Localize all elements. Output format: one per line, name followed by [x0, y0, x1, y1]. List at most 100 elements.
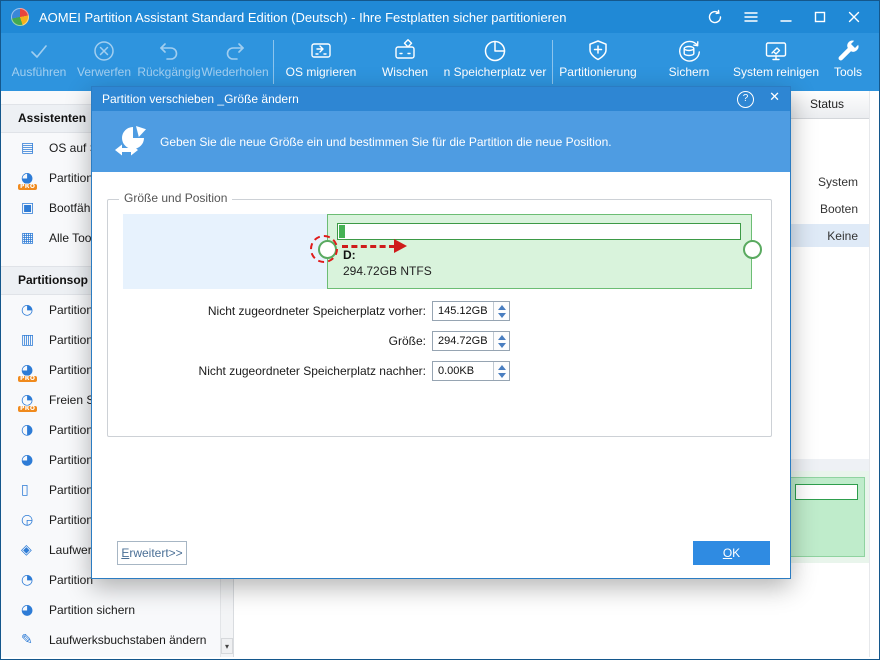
toolbar-label: Tools: [833, 65, 862, 79]
sidebar-item-label: Partition: [49, 483, 94, 497]
sidebar-item-label: Partition: [49, 171, 94, 185]
spinner-control[interactable]: [493, 332, 509, 350]
redo-button[interactable]: Wiederholen: [185, 38, 285, 79]
unallocated-space-block: [123, 214, 327, 289]
tools-button[interactable]: Tools: [813, 38, 879, 79]
sidebar-item-label: Partition: [49, 513, 94, 527]
sidebar-item-change-drive-letter[interactable]: ✎ Laufwerksbuchstaben ändern: [1, 625, 233, 655]
redo-arrow-icon: [185, 38, 285, 64]
status-cell-boot[interactable]: Booten: [820, 202, 858, 216]
grid-tools-icon: ▦: [21, 230, 35, 246]
app-window: AOMEI Partition Assistant Standard Editi…: [0, 0, 880, 660]
wrench-icon: [813, 38, 879, 64]
advanced-button[interactable]: Erweitert>>: [117, 541, 187, 565]
sidebar-item-label: Partition: [49, 363, 94, 377]
close-icon[interactable]: [847, 10, 861, 24]
sidebar-item-label: Partition: [49, 303, 94, 317]
copy-icon: ▥: [21, 332, 35, 348]
disk-map-usage-bar: [795, 484, 858, 500]
minimize-icon[interactable]: [779, 10, 793, 24]
pie-move-arrows-icon: [112, 123, 150, 164]
list-right-border: [869, 91, 870, 657]
pie-move-icon: ◔: [21, 302, 34, 318]
allocate-free-space-button[interactable]: n Speicherplatz ver: [425, 38, 565, 79]
partition-usage-bar: [337, 223, 741, 240]
toolbar-label: Partitionierung: [559, 65, 637, 79]
pie-backup-icon: ◕: [21, 602, 34, 618]
spinner-up-icon[interactable]: [497, 364, 506, 370]
pro-badge: PRO: [18, 405, 38, 412]
annotation-circle: [310, 235, 338, 263]
field-label-size: Größe:: [388, 334, 426, 348]
pie-globe-icon: ◑: [21, 422, 34, 438]
dialog-titlebar: Partition verschieben _Größe ändern: [92, 87, 790, 111]
dialog-subtitle: Geben Sie die neue Größe ein und bestimm…: [160, 134, 612, 149]
spinner-control[interactable]: [493, 302, 509, 320]
toolbar: Ausführen Verwerfen Rückgängig Wiederhol…: [1, 33, 879, 91]
refresh-icon[interactable]: [707, 9, 723, 25]
pro-badge: PRO: [18, 375, 38, 382]
unallocated-after-input[interactable]: 0.00KB: [432, 361, 510, 381]
status-cell-none[interactable]: Keine: [827, 229, 858, 243]
ok-button[interactable]: OK: [693, 541, 770, 565]
app-logo-icon: [11, 8, 29, 26]
boot-disk-icon: ▣: [21, 200, 35, 216]
shield-plus-icon: [548, 38, 648, 64]
disk-os-icon: ▤: [21, 140, 35, 156]
pie-allocate-icon: [425, 38, 565, 64]
sidebar-item-backup-partition[interactable]: ◕ Partition sichern: [1, 595, 233, 625]
partition-name: D:: [343, 248, 356, 262]
sidebar-item-label: Laufwerksbuchstaben ändern: [49, 633, 207, 647]
spinner-control[interactable]: [493, 362, 509, 380]
spinner-up-icon[interactable]: [497, 304, 506, 310]
unallocated-before-input[interactable]: 145.12GB: [432, 301, 510, 321]
field-label-before: Nicht zugeordneter Speicherplatz vorher:: [207, 304, 426, 318]
chevron-down-icon: ▾: [224, 641, 229, 651]
used-space-chip: [339, 225, 345, 238]
pencil-icon: ✎: [21, 632, 33, 648]
field-value: 294.72GB: [438, 335, 488, 347]
pie-edit-pro-icon: ◕ PRO: [18, 362, 38, 382]
field-label-after: Nicht zugeordneter Speicherplatz nachher…: [198, 364, 426, 378]
pro-badge: PRO: [18, 183, 38, 190]
dialog-title: Partition verschieben _Größe ändern: [102, 92, 299, 106]
sidebar-item-label: Bootfähi: [49, 201, 94, 215]
maximize-icon[interactable]: [813, 10, 827, 24]
label-tag-icon: ◈: [21, 542, 32, 558]
toolbar-label: Wiederholen: [201, 65, 269, 79]
pie-plus-icon: ◕: [21, 452, 34, 468]
sidebar-item-label: Partition: [49, 333, 94, 347]
partition-info: 294.72GB NTFS: [343, 264, 432, 278]
help-icon[interactable]: ?: [737, 91, 754, 108]
status-cell-system[interactable]: System: [818, 175, 858, 189]
sidebar-item-label: Partition: [49, 573, 94, 587]
sidebar-item-label: Partition: [49, 453, 94, 467]
annotation-arrow-head: [394, 239, 407, 253]
resize-move-dialog: Partition verschieben _Größe ändern ? ✕ …: [91, 86, 791, 579]
groupbox-legend: Größe und Position: [119, 191, 233, 205]
sidebar-item-label: Partition: [49, 423, 94, 437]
sidebar-item-label: Partition sichern: [49, 603, 136, 617]
status-column-header[interactable]: Status: [810, 97, 844, 111]
spinner-down-icon[interactable]: [497, 312, 506, 318]
scroll-down-button[interactable]: ▾: [221, 638, 233, 654]
sidebar-item-label: Alle Tool: [49, 231, 95, 245]
menu-icon[interactable]: [743, 10, 759, 24]
pie-check-icon: ◶: [21, 512, 34, 528]
partitioning-button[interactable]: Partitionierung: [548, 38, 648, 79]
trash-icon: ▯: [21, 482, 29, 498]
window-title: AOMEI Partition Assistant Standard Editi…: [39, 9, 567, 25]
spinner-down-icon[interactable]: [497, 372, 506, 378]
spinner-down-icon[interactable]: [497, 342, 506, 348]
titlebar: AOMEI Partition Assistant Standard Editi…: [1, 1, 879, 33]
partition-size-input[interactable]: 294.72GB: [432, 331, 510, 351]
field-value: 145.12GB: [438, 305, 488, 317]
field-value: 0.00KB: [438, 365, 475, 377]
resize-handle-right[interactable]: [743, 240, 762, 259]
pie-free-pro-icon: ◔ PRO: [18, 392, 38, 412]
spinner-up-icon[interactable]: [497, 334, 506, 340]
dialog-close-icon[interactable]: ✕: [769, 90, 780, 105]
brush-icon: ◔: [21, 572, 34, 588]
pie-pro-icon: ◕ PRO: [18, 170, 38, 190]
toolbar-label: n Speicherplatz ver: [443, 65, 547, 79]
